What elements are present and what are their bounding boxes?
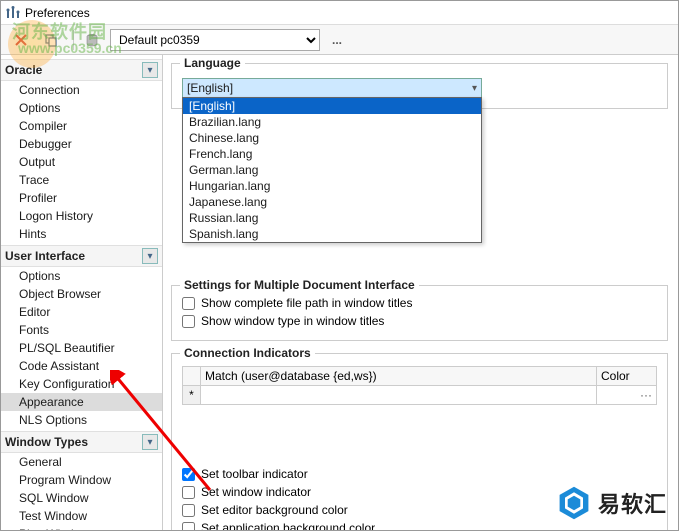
mdi-section-title: Settings for Multiple Document Interface (180, 278, 419, 292)
ci-row-marker: * (183, 386, 201, 405)
sidebar-item-options[interactable]: Options (1, 99, 162, 117)
sidebar-item-code-assistant[interactable]: Code Assistant (1, 357, 162, 375)
sidebar-item-compiler[interactable]: Compiler (1, 117, 162, 135)
sidebar-item-trace[interactable]: Trace (1, 171, 162, 189)
tree-group-oracle[interactable]: Oracle▾ (1, 59, 162, 81)
language-option[interactable]: Hungarian.lang (183, 178, 481, 194)
language-option[interactable]: Chinese.lang (183, 130, 481, 146)
sidebar-item-profiler[interactable]: Profiler (1, 189, 162, 207)
ci-app-label: Set application background color (201, 521, 375, 530)
tree-group-user-interface[interactable]: User Interface▾ (1, 245, 162, 267)
mdi-filepath-checkbox[interactable] (182, 297, 195, 310)
sidebar-item-general[interactable]: General (1, 453, 162, 471)
logo-text: 易软汇 (598, 487, 667, 519)
sidebar-item-editor[interactable]: Editor (1, 303, 162, 321)
sidebar-item-sql-window[interactable]: SQL Window (1, 489, 162, 507)
language-option[interactable]: German.lang (183, 162, 481, 178)
database-icon (84, 32, 100, 48)
copy-profile-button[interactable] (39, 28, 63, 52)
language-select[interactable]: [English] ▾ (182, 78, 482, 98)
language-selected-value: [English] (187, 81, 233, 95)
chevron-down-icon[interactable]: ▾ (142, 434, 158, 450)
ci-section-title: Connection Indicators (180, 346, 315, 360)
language-option[interactable]: Brazilian.lang (183, 114, 481, 130)
sidebar-item-fonts[interactable]: Fonts (1, 321, 162, 339)
toolbar: Default pc0359 ... (1, 25, 678, 55)
chevron-down-icon: ▾ (472, 83, 477, 94)
ci-col-color: Color (597, 367, 657, 386)
ci-col-match: Match (user@database {ed,ws}) (201, 367, 597, 386)
content-pane: Language [English] ▾ [English]Brazilian.… (163, 55, 678, 530)
mdi-wintype-checkbox[interactable] (182, 315, 195, 328)
chevron-down-icon[interactable]: ▾ (142, 248, 158, 264)
language-section-title: Language (180, 56, 245, 70)
sidebar-item-nls-options[interactable]: NLS Options (1, 411, 162, 429)
sidebar-item-appearance[interactable]: Appearance (1, 393, 162, 411)
sidebar-item-program-window[interactable]: Program Window (1, 471, 162, 489)
ci-app-checkbox[interactable] (182, 522, 195, 531)
sidebar-item-output[interactable]: Output (1, 153, 162, 171)
preferences-icon (5, 5, 21, 21)
sidebar-item-hints[interactable]: Hints (1, 225, 162, 243)
preferences-window: Preferences Default pc0359 ... Oracle▾ C… (0, 0, 679, 531)
ci-color-cell[interactable]: ··· (597, 386, 657, 405)
sidebar-item-debugger[interactable]: Debugger (1, 135, 162, 153)
sidebar-item-object-browser[interactable]: Object Browser (1, 285, 162, 303)
ci-toolbar-checkbox[interactable] (182, 468, 195, 481)
ci-editor-checkbox[interactable] (182, 504, 195, 517)
sidebar-item-pl-sql-beautifier[interactable]: PL/SQL Beautifier (1, 339, 162, 357)
ci-window-checkbox[interactable] (182, 486, 195, 499)
language-option[interactable]: Russian.lang (183, 210, 481, 226)
language-option[interactable]: Japanese.lang (183, 194, 481, 210)
language-dropdown[interactable]: [English]Brazilian.langChinese.langFrenc… (182, 97, 482, 243)
chevron-down-icon[interactable]: ▾ (142, 62, 158, 78)
mdi-filepath-label: Show complete file path in window titles (201, 296, 412, 310)
tree-group-window-types[interactable]: Window Types▾ (1, 431, 162, 453)
profile-select[interactable]: Default pc0359 (110, 29, 320, 51)
logo-icon (556, 485, 592, 521)
language-option[interactable]: French.lang (183, 146, 481, 162)
sidebar-item-options[interactable]: Options (1, 267, 162, 285)
sidebar-item-connection[interactable]: Connection (1, 81, 162, 99)
ci-match-cell[interactable] (201, 386, 597, 405)
sidebar-item-plan-window[interactable]: Plan Window (1, 525, 162, 530)
bottom-right-logo: 易软汇 (556, 485, 667, 521)
mdi-section: Settings for Multiple Document Interface… (171, 285, 668, 341)
language-option[interactable]: Spanish.lang (183, 226, 481, 242)
window-title: Preferences (25, 6, 90, 20)
language-option[interactable]: [English] (183, 98, 481, 114)
mdi-wintype-label: Show window type in window titles (201, 314, 384, 328)
ci-toolbar-label: Set toolbar indicator (201, 467, 308, 481)
titlebar: Preferences (1, 1, 678, 25)
profile-more-button[interactable]: ... (326, 33, 348, 47)
toolbar-separator (73, 30, 74, 50)
ci-editor-label: Set editor background color (201, 503, 348, 517)
sidebar-item-test-window[interactable]: Test Window (1, 507, 162, 525)
ci-table: Match (user@database {ed,ws})Color * ··· (182, 366, 657, 405)
sidebar: Oracle▾ ConnectionOptionsCompilerDebugge… (1, 55, 163, 530)
delete-profile-button[interactable] (9, 28, 33, 52)
sidebar-item-logon-history[interactable]: Logon History (1, 207, 162, 225)
ci-window-label: Set window indicator (201, 485, 311, 499)
sidebar-item-key-configuration[interactable]: Key Configuration (1, 375, 162, 393)
